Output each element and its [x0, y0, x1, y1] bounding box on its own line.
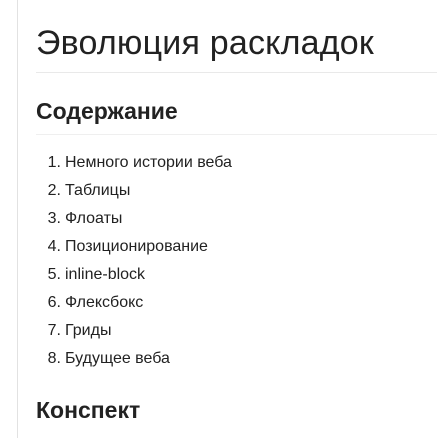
toc-link-grids[interactable]: Гриды: [65, 317, 111, 345]
table-of-contents: 1. Немного истории веба 2. Таблицы 3. Фл…: [36, 149, 232, 373]
toc-item-floats: 3. Флоаты: [36, 205, 232, 233]
title-divider: [36, 72, 437, 73]
contents-divider: [36, 134, 437, 135]
toc-item-history: 1. Немного истории веба: [36, 149, 232, 177]
toc-item-flexbox: 6. Флексбокс: [36, 289, 232, 317]
toc-item-number: 3.: [47, 210, 61, 227]
toc-link-future[interactable]: Будущее веба: [65, 345, 170, 373]
toc-link-floats[interactable]: Флоаты: [65, 205, 122, 233]
toc-link-flexbox[interactable]: Флексбокс: [65, 289, 143, 317]
toc-item-inline-block: 5. inline-block: [36, 261, 232, 289]
toc-item-tables: 2. Таблицы: [36, 177, 232, 205]
toc-link-positioning[interactable]: Позиционирование: [65, 233, 208, 261]
page-title: Эволюция раскладок: [36, 24, 374, 62]
contents-heading: Содержание: [36, 98, 178, 124]
left-border-line: [17, 0, 18, 438]
toc-item-number: 8.: [47, 350, 61, 367]
toc-item-number: 5.: [47, 266, 61, 283]
toc-item-positioning: 4. Позиционирование: [36, 233, 232, 261]
toc-item-grids: 7. Гриды: [36, 317, 232, 345]
toc-link-inline-block[interactable]: inline-block: [65, 261, 145, 289]
toc-link-history[interactable]: Немного истории веба: [65, 149, 232, 177]
toc-item-future: 8. Будущее веба: [36, 345, 232, 373]
toc-item-number: 1.: [47, 154, 61, 171]
toc-link-tables[interactable]: Таблицы: [65, 177, 130, 205]
toc-item-number: 6.: [47, 294, 61, 311]
toc-item-number: 4.: [47, 238, 61, 255]
toc-item-number: 2.: [47, 182, 61, 199]
summary-heading: Конспект: [36, 397, 141, 423]
toc-item-number: 7.: [47, 322, 61, 339]
